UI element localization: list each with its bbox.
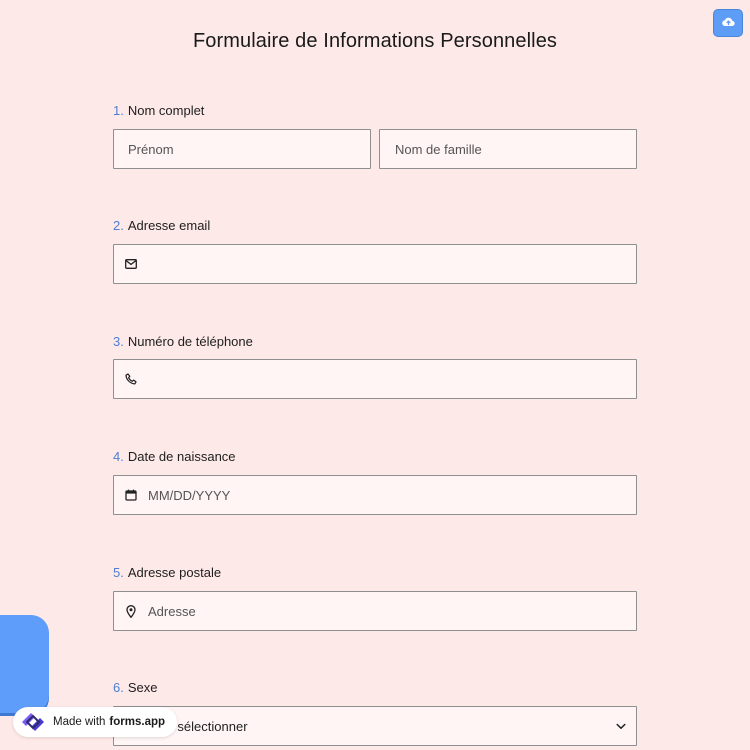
chevron-down-icon [616,723,626,730]
side-decoration [0,615,49,713]
first-name-input[interactable] [128,141,370,157]
email-field[interactable] [113,244,637,284]
first-name-field[interactable] [113,129,371,169]
last-name-field[interactable] [379,129,637,169]
phone-icon [124,372,138,386]
phone-input[interactable] [148,371,636,387]
gender-select-value: Veuillez sélectionner [129,718,248,734]
email-input[interactable] [148,256,636,272]
question-label-email: 2. Adresse email [113,218,211,233]
address-field[interactable] [113,591,637,631]
gender-select[interactable]: Veuillez sélectionner [113,706,637,746]
brand-name: forms.app [109,716,166,728]
calendar-icon [124,488,138,502]
map-pin-icon [124,604,138,618]
birthdate-field[interactable] [113,475,637,515]
birthdate-input[interactable] [148,487,636,503]
made-with-badge[interactable]: Made with forms.app [13,707,178,737]
question-label-phone: 3. Numéro de téléphone [113,334,253,349]
question-label-gender: 6. Sexe [113,680,158,695]
question-label-address: 5. Adresse postale [113,565,222,580]
forms-app-logo-icon [19,710,47,734]
last-name-input[interactable] [395,141,636,157]
form-title: Formulaire de Informations Personnelles [192,30,558,52]
address-input[interactable] [148,603,636,619]
question-label-birthdate: 4. Date de naissance [113,449,236,464]
phone-field[interactable] [113,359,637,399]
question-label-full-name: 1. Nom complet [113,103,205,118]
made-with-text: Made with [53,716,106,728]
envelope-icon [124,257,138,271]
